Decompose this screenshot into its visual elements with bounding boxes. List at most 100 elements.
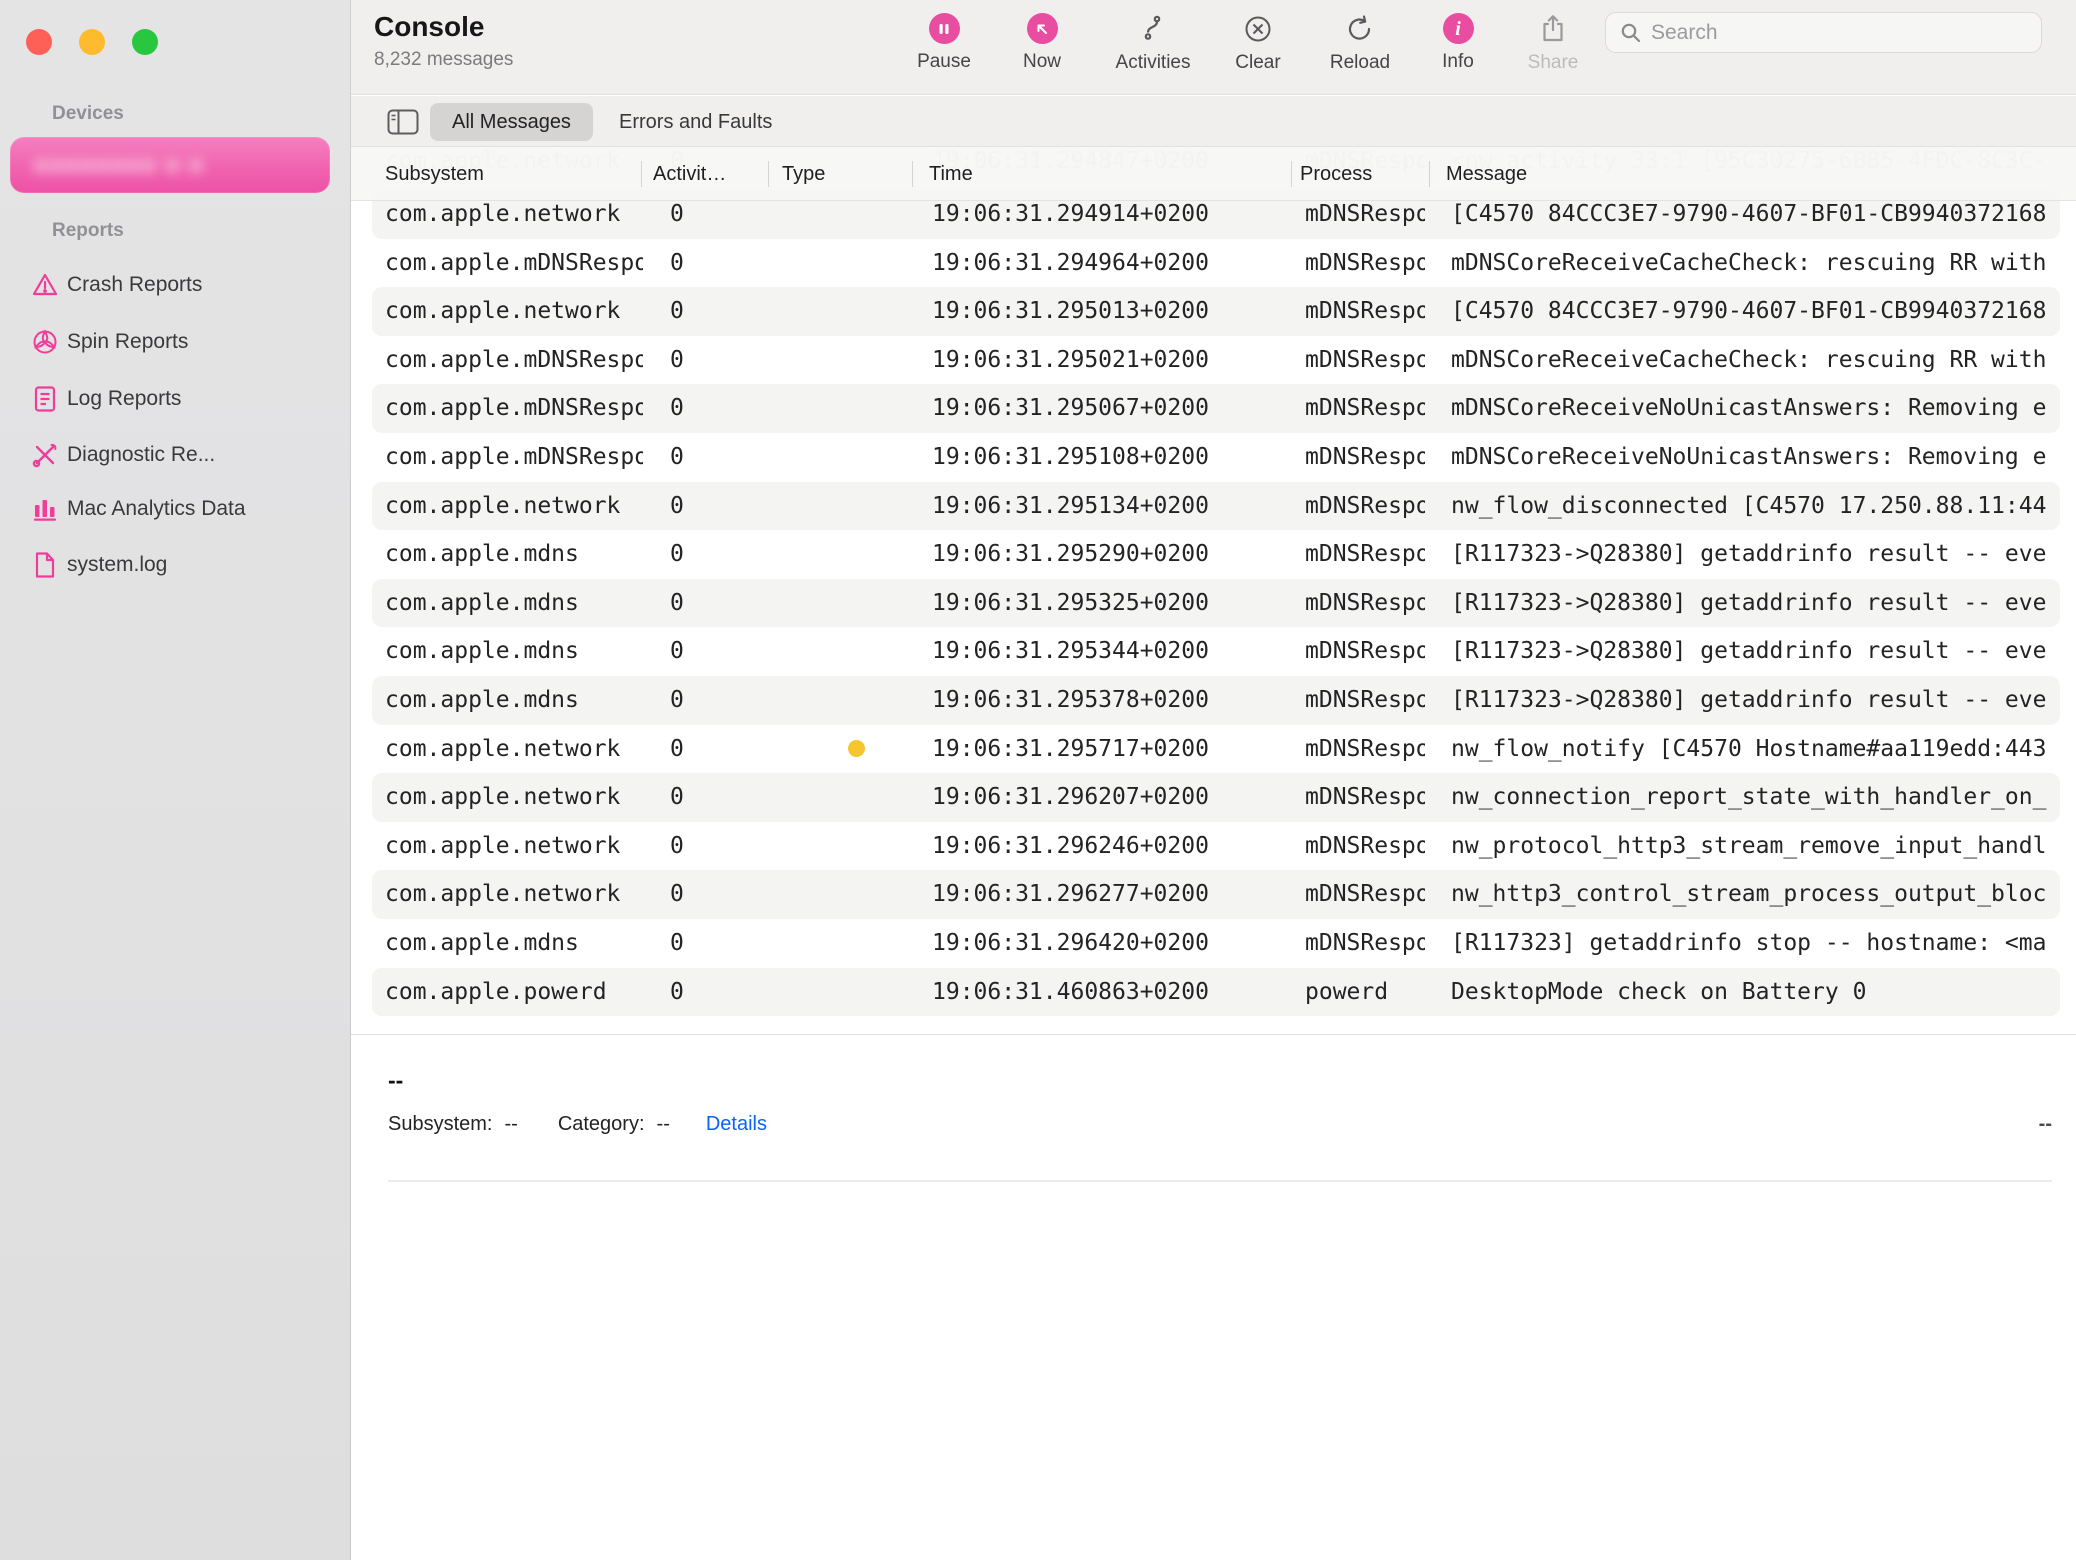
cell-time: 19:06:31.460863+0200 xyxy=(932,968,1262,1017)
log-table-row[interactable]: com.apple.network 0 19:06:31.296207+0200… xyxy=(372,773,2060,822)
log-table-row[interactable]: com.apple.mDNSResponder 0 19:06:31.29502… xyxy=(372,336,2060,385)
cell-subsystem: com.apple.mDNSResponder xyxy=(385,384,643,433)
cell-subsystem: com.apple.network xyxy=(385,773,643,822)
cell-type xyxy=(834,239,878,288)
cell-time: 19:06:31.296246+0200 xyxy=(932,822,1262,871)
cell-message: [R117323] getaddrinfo stop -- hostname: … xyxy=(1451,919,2060,968)
cell-process: mDNSResponder xyxy=(1305,384,1425,433)
page-title: Console xyxy=(374,11,513,43)
cell-subsystem: com.apple.mdns xyxy=(385,579,643,628)
title-block: Console 8,232 messages xyxy=(374,11,513,71)
reload-button[interactable]: Reload xyxy=(1305,13,1415,74)
column-header-subsystem[interactable]: Subsystem xyxy=(385,147,484,201)
sidebar-item-log-reports[interactable]: Log Reports xyxy=(0,373,351,425)
info-button[interactable]: i Info xyxy=(1403,13,1513,73)
log-table-row[interactable]: com.apple.network 0 19:06:31.296277+0200… xyxy=(372,870,2060,919)
cell-time: 19:06:31.296277+0200 xyxy=(932,870,1262,919)
log-table-row[interactable]: com.apple.mDNSResponder 0 19:06:31.29496… xyxy=(372,239,2060,288)
cell-process: mDNSResponder xyxy=(1305,579,1425,628)
log-table-row[interactable]: com.apple.mdns 0 19:06:31.295344+0200 mD… xyxy=(372,627,2060,676)
cell-message: [C4570 84CCC3E7-9790-4607-BF01-CB9940372… xyxy=(1451,287,2060,336)
minimize-window-button[interactable] xyxy=(79,29,105,55)
cell-activity: 0 xyxy=(670,433,790,482)
cell-activity: 0 xyxy=(670,968,790,1017)
devices-section-label: Devices xyxy=(52,103,124,125)
now-button[interactable]: Now xyxy=(987,13,1097,73)
log-table-row[interactable]: com.apple.mdns 0 19:06:31.295325+0200 mD… xyxy=(372,579,2060,628)
sidebar-item-system-log[interactable]: system.log xyxy=(0,539,351,591)
detail-subsystem-value: -- xyxy=(504,1113,517,1136)
column-divider[interactable] xyxy=(912,161,913,187)
details-link[interactable]: Details xyxy=(706,1113,767,1136)
cell-subsystem: com.apple.mdns xyxy=(385,919,643,968)
cell-subsystem: com.apple.mdns xyxy=(385,530,643,579)
log-table-row[interactable]: com.apple.mDNSResponder 0 19:06:31.29506… xyxy=(372,384,2060,433)
cell-activity: 0 xyxy=(670,773,790,822)
activities-button[interactable]: Activities xyxy=(1098,13,1208,74)
log-table-row[interactable]: com.apple.network 0 19:06:31.296246+0200… xyxy=(372,822,2060,871)
share-button[interactable]: Share xyxy=(1498,13,1608,74)
cell-process: mDNSResponder xyxy=(1305,287,1425,336)
cell-message: nw_protocol_http3_stream_remove_input_ha… xyxy=(1451,822,2060,871)
column-divider[interactable] xyxy=(768,161,769,187)
toolbar: Console 8,232 messages Pause Now Act xyxy=(351,0,2076,95)
cell-subsystem: com.apple.network xyxy=(385,287,643,336)
cell-time: 19:06:31.295344+0200 xyxy=(932,627,1262,676)
log-table-row[interactable]: com.apple.powerd 0 19:06:31.460863+0200 … xyxy=(372,968,2060,1017)
cell-type xyxy=(834,919,878,968)
cell-process: mDNSResponder xyxy=(1305,822,1425,871)
cell-message: nw_flow_notify [C4570 Hostname#aa119edd:… xyxy=(1451,725,2060,774)
detail-title: -- xyxy=(388,1067,403,1094)
clear-button[interactable]: Clear xyxy=(1203,13,1313,74)
sidebar-item-crash-reports[interactable]: Crash Reports xyxy=(0,259,351,311)
cell-process: mDNSResponder xyxy=(1305,919,1425,968)
cell-message: [R117323->Q28380] getaddrinfo result -- … xyxy=(1451,676,2060,725)
column-header-activity[interactable]: Activit… xyxy=(653,147,726,201)
column-header-time[interactable]: Time xyxy=(929,147,973,201)
column-header-message[interactable]: Message xyxy=(1446,147,1527,201)
cell-subsystem: com.apple.network xyxy=(385,870,643,919)
cell-activity: 0 xyxy=(670,336,790,385)
cell-message: mDNSCoreReceiveNoUnicastAnswers: Removin… xyxy=(1451,384,2060,433)
log-table: com.apple.network 0 19:06:31.294847+0200… xyxy=(351,147,2076,1034)
cell-type xyxy=(834,530,878,579)
pause-button[interactable]: Pause xyxy=(889,13,999,73)
log-table-row[interactable]: com.apple.network 0 19:06:31.295013+0200… xyxy=(372,287,2060,336)
column-divider[interactable] xyxy=(1291,161,1292,187)
cell-time: 19:06:31.295013+0200 xyxy=(932,287,1262,336)
cell-process: mDNSResponder xyxy=(1305,627,1425,676)
log-table-row[interactable]: com.apple.mdns 0 19:06:31.295290+0200 mD… xyxy=(372,530,2060,579)
cell-time: 19:06:31.295067+0200 xyxy=(932,384,1262,433)
cell-type xyxy=(834,287,878,336)
column-divider[interactable] xyxy=(641,161,642,187)
column-header-process[interactable]: Process xyxy=(1300,147,1372,201)
cell-activity: 0 xyxy=(670,384,790,433)
sidebar-item-label: Crash Reports xyxy=(67,273,202,297)
log-table-row[interactable]: com.apple.mdns 0 19:06:31.295378+0200 mD… xyxy=(372,676,2060,725)
sidebar-item-diagnostic-reports[interactable]: Diagnostic Re... xyxy=(0,429,351,481)
warning-triangle-icon xyxy=(30,270,60,300)
column-header-type[interactable]: Type xyxy=(782,147,825,201)
cell-message: mDNSCoreReceiveCacheCheck: rescuing RR w… xyxy=(1451,336,2060,385)
tab-errors-and-faults[interactable]: Errors and Faults xyxy=(619,103,772,141)
search-input[interactable]: Search xyxy=(1605,12,2042,53)
log-table-row[interactable]: com.apple.network 0 19:06:31.295134+0200… xyxy=(372,482,2060,531)
log-table-row[interactable]: com.apple.mDNSResponder 0 19:06:31.29510… xyxy=(372,433,2060,482)
arrow-up-left-icon xyxy=(1027,13,1058,44)
log-table-row[interactable]: com.apple.mdns 0 19:06:31.296420+0200 mD… xyxy=(372,919,2060,968)
log-table-row[interactable]: com.apple.network 0 19:06:31.295717+0200… xyxy=(372,725,2060,774)
error-level-dot-icon xyxy=(848,740,865,757)
cell-message: nw_flow_disconnected [C4570 17.250.88.11… xyxy=(1451,482,2060,531)
close-window-button[interactable] xyxy=(26,29,52,55)
column-divider[interactable] xyxy=(1429,161,1430,187)
tab-all-messages[interactable]: All Messages xyxy=(430,103,593,141)
sidebar-item-mac-analytics-data[interactable]: Mac Analytics Data xyxy=(0,483,351,535)
sidebar-item-label: Mac Analytics Data xyxy=(67,497,246,521)
zoom-window-button[interactable] xyxy=(132,29,158,55)
cell-message: [R117323->Q28380] getaddrinfo result -- … xyxy=(1451,579,2060,628)
cell-time: 19:06:31.296207+0200 xyxy=(932,773,1262,822)
window-controls xyxy=(26,29,158,55)
sidebar-item-spin-reports[interactable]: Spin Reports xyxy=(0,316,351,368)
sidebar-item-selected-device[interactable]: oooooooo o o xyxy=(10,137,330,193)
sidebar-toggle-icon[interactable] xyxy=(384,106,422,138)
